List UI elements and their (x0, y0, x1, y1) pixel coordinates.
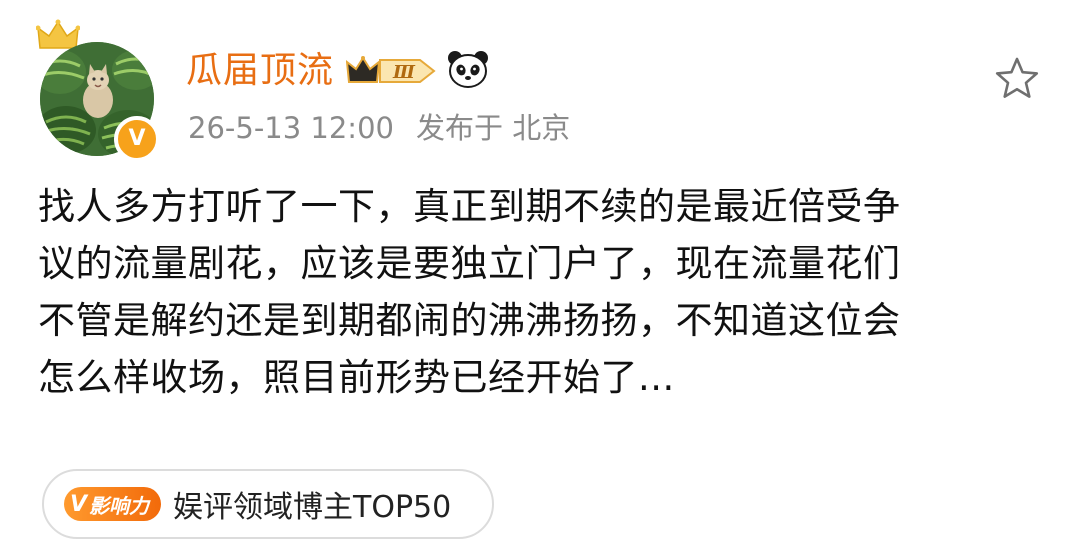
panda-icon (446, 49, 490, 93)
influence-badge: V 影响力 (64, 487, 162, 521)
verified-icon: V (114, 116, 160, 162)
post-time: 26-5-13 12:00 (188, 111, 394, 145)
influence-badge-label: 影响力 (89, 493, 150, 518)
post-content-line: 议的流量剧花，应该是要独立门户了，现在流量花们 (38, 242, 901, 285)
influence-tag[interactable]: V 影响力 娱评领域博主TOP50 (42, 469, 494, 539)
vip-crown-badge-icon[interactable]: Ⅲ (346, 52, 438, 90)
author-line: 瓜届顶流 Ⅲ (186, 46, 490, 96)
post-content-line: 找人多方打听了一下，真正到期不续的是最近倍受争 (38, 185, 901, 228)
author-name[interactable]: 瓜届顶流 (186, 46, 334, 96)
post-content-line: 不管是解约还是到期都闹的沸沸扬扬，不知道这位会 (38, 299, 901, 342)
weibo-post-card: V 瓜届顶流 Ⅲ 26-5-13 12:00 发布于 北京 找人多方打听了一下，… (0, 0, 1080, 557)
influence-text: 娱评领域博主TOP50 (173, 490, 452, 525)
influence-v-mark: V (70, 491, 88, 517)
post-content: 找人多方打听了一下，真正到期不续的是最近倍受争 议的流量剧花，应该是要独立门户了… (38, 178, 1038, 406)
post-meta: 26-5-13 12:00 发布于 北京 (188, 108, 570, 148)
star-outline-icon[interactable] (994, 56, 1040, 100)
post-location: 发布于 北京 (415, 111, 571, 145)
avatar-block[interactable]: V (36, 18, 160, 162)
vip-level-label: Ⅲ (392, 62, 416, 83)
post-content-line: 怎么样收场，照目前形势已经开始了... (38, 356, 675, 399)
